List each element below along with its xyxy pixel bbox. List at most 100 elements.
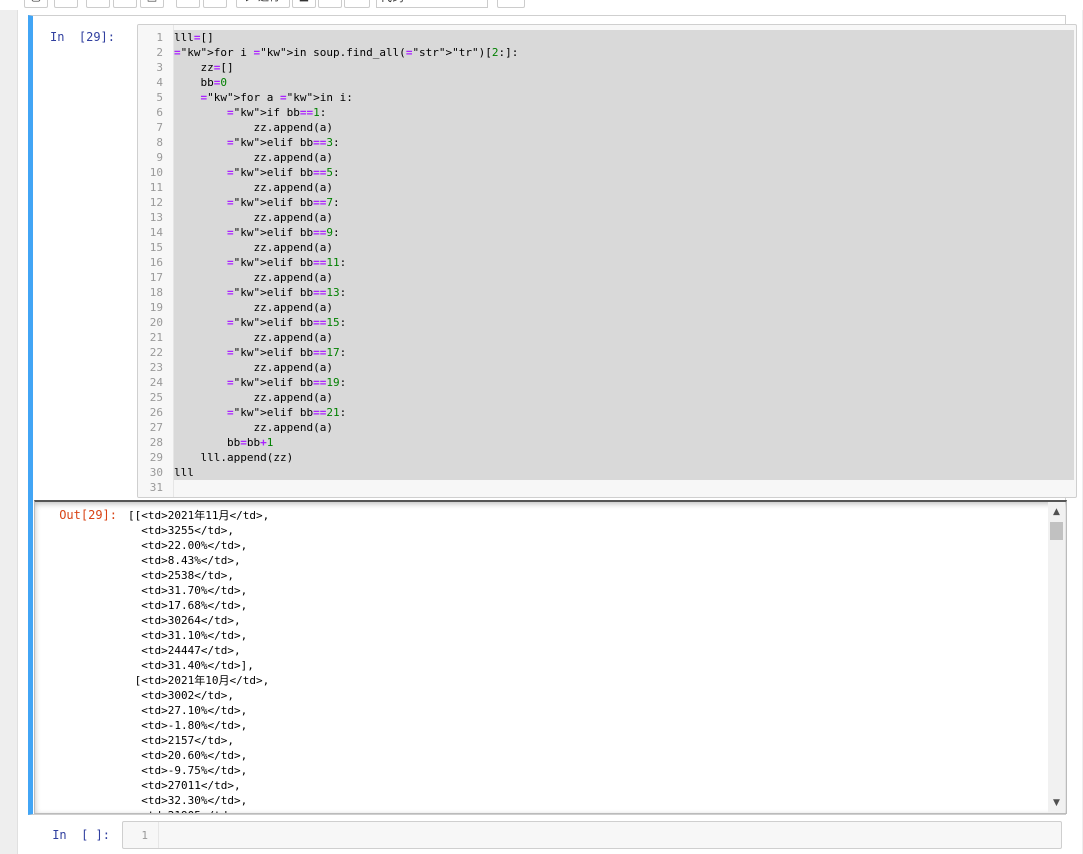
cut-icon[interactable]: ✂	[86, 0, 110, 8]
line-number: 11	[149, 181, 163, 194]
line-number: 12	[149, 196, 163, 209]
notebook-container: In [29]: 1 2 3 4 5 6 7 8 9 10 11 12 13 14 15 16 17 18 19 20…	[17, 10, 1082, 854]
output-line: <td>17.68%</td>,	[128, 599, 248, 612]
code-line: ="kw">for i ="kw">in soup.find_all(="str…	[174, 46, 519, 59]
output-line: [[<td>2021年11月</td>,	[128, 509, 270, 522]
code-line: ="kw">elif bb==9:	[226, 226, 340, 239]
stop-icon[interactable]: ■	[292, 0, 316, 8]
code-line: zz.append(a)	[174, 331, 333, 344]
output-line: <td>-1.80%</td>,	[128, 719, 248, 732]
output-prompt: Out[29]:	[59, 508, 117, 522]
keyboard-icon[interactable]: ⌨	[497, 0, 525, 8]
output-line: <td>32.30%</td>,	[128, 794, 248, 807]
output-line: <td>27.10%</td>,	[128, 704, 248, 717]
restart-icon[interactable]: ↻	[318, 0, 342, 8]
line-number: 19	[149, 301, 163, 314]
output-line: <td>31.10%</td>,	[128, 629, 248, 642]
line-number: 20	[149, 316, 163, 329]
line-number: 8	[156, 136, 163, 149]
scroll-thumb[interactable]	[1050, 522, 1063, 540]
output-line: <td>22.00%</td>,	[128, 539, 248, 552]
line-number: 18	[149, 286, 163, 299]
code-line: ="kw">elif bb==5:	[226, 166, 340, 179]
cell-type-value: 代码	[380, 0, 404, 4]
move-up-icon[interactable]: ↑	[176, 0, 200, 8]
code-line: zz.append(a)	[174, 271, 333, 284]
code-line: zz.append(a)	[174, 121, 333, 134]
input-prompt: In [29]:	[49, 30, 115, 44]
line-number: 6	[156, 106, 163, 119]
code-line: zz.append(a)	[174, 301, 333, 314]
output-line: <td>8.43%</td>,	[128, 554, 241, 567]
output-line: [<td>2021年10月</td>,	[128, 674, 270, 687]
move-down-icon[interactable]: ↓	[203, 0, 227, 8]
code-line: ="kw">elif bb==13:	[226, 286, 347, 299]
line-number: 3	[156, 61, 163, 74]
line-number: 21	[149, 331, 163, 344]
code-line: ="kw">elif bb==3:	[226, 136, 340, 149]
paste-icon[interactable]: ▤	[140, 0, 164, 8]
line-number: 23	[149, 361, 163, 374]
output-area[interactable]: Out[29]: [[<td>2021年11月</td>, <td>3255</…	[34, 500, 1067, 814]
scroll-up-icon[interactable]: ▲	[1048, 504, 1065, 520]
code-line: ="kw">elif bb==21:	[226, 406, 347, 419]
code-line: zz.append(a)	[174, 211, 333, 224]
code-line: ="kw">if bb==1:	[226, 106, 327, 119]
code-line: ="kw">for a ="kw">in i:	[200, 91, 353, 104]
line-number: 1	[141, 829, 148, 842]
code-editor-empty[interactable]: 1	[122, 821, 1062, 849]
line-number: 29	[149, 451, 163, 464]
line-number: 30	[149, 466, 163, 479]
line-number: 9	[156, 151, 163, 164]
add-icon[interactable]: +	[54, 0, 78, 8]
code-line: zz.append(a)	[174, 391, 333, 404]
line-number: 31	[149, 481, 163, 494]
code-line: zz.append(a)	[174, 151, 333, 164]
output-line: <td>3002</td>,	[128, 689, 234, 702]
run-button[interactable]: ▶ 运行	[236, 0, 290, 8]
output-line: <td>27011</td>,	[128, 779, 241, 792]
line-number: 1	[156, 31, 163, 44]
code-line: ="kw">elif bb==15:	[226, 316, 347, 329]
line-number: 5	[156, 91, 163, 104]
output-line: <td>24447</td>,	[128, 644, 241, 657]
code-line: bb=bb+1	[174, 436, 274, 449]
code-line: zz.append(a)	[174, 421, 333, 434]
copy-icon[interactable]: ⧉	[113, 0, 137, 8]
output-line: <td>31.40%</td>],	[128, 659, 254, 672]
output-line: <td>30264</td>,	[128, 614, 241, 627]
fast-forward-icon[interactable]: »	[344, 0, 370, 8]
code-line: ="kw">elif bb==19:	[226, 376, 347, 389]
code-editor[interactable]: 1 2 3 4 5 6 7 8 9 10 11 12 13 14 15 16 17 18 19 20 21 22 23 24 2…	[137, 24, 1077, 498]
output-line: <td>3255</td>,	[128, 524, 234, 537]
line-number: 14	[149, 226, 163, 239]
line-number: 28	[149, 436, 163, 449]
input-prompt-empty: In [ ]:	[52, 828, 110, 842]
code-line: zz.append(a)	[174, 361, 333, 374]
line-number: 15	[149, 241, 163, 254]
output-line: <td>2157</td>,	[128, 734, 234, 747]
output-line: <td>20.60%</td>,	[128, 749, 248, 762]
line-number: 10	[149, 166, 163, 179]
code-line: ="kw">elif bb==17:	[226, 346, 347, 359]
line-number: 25	[149, 391, 163, 404]
save-icon[interactable]: ▢	[24, 0, 48, 8]
line-number: 2	[156, 46, 163, 59]
scroll-down-icon[interactable]: ▼	[1048, 795, 1065, 811]
output-line: <td>21905</td>,	[128, 808, 240, 813]
code-line: lll.append(zz)	[174, 451, 294, 464]
line-number: 26	[149, 406, 163, 419]
code-line: lll	[174, 466, 194, 479]
output-line: <td>-9.75%</td>,	[128, 764, 248, 777]
code-line: lll=[]	[174, 31, 214, 44]
line-number: 7	[156, 121, 163, 134]
line-number: 22	[149, 346, 163, 359]
code-line: zz.append(a)	[174, 241, 333, 254]
code-line: zz=[]	[174, 61, 234, 74]
code-line: ="kw">elif bb==7:	[226, 196, 340, 209]
line-number: 16	[149, 256, 163, 269]
code-cell-selected[interactable]: In [29]: 1 2 3 4 5 6 7 8 9 10 11 12 13 14 15 16 17 18 19 20…	[28, 15, 1077, 815]
output-scrollbar[interactable]: ▲ ▼	[1048, 502, 1065, 813]
output-line: <td>2538</td>,	[128, 569, 234, 582]
cell-type-select[interactable]: 代码	[376, 0, 488, 8]
